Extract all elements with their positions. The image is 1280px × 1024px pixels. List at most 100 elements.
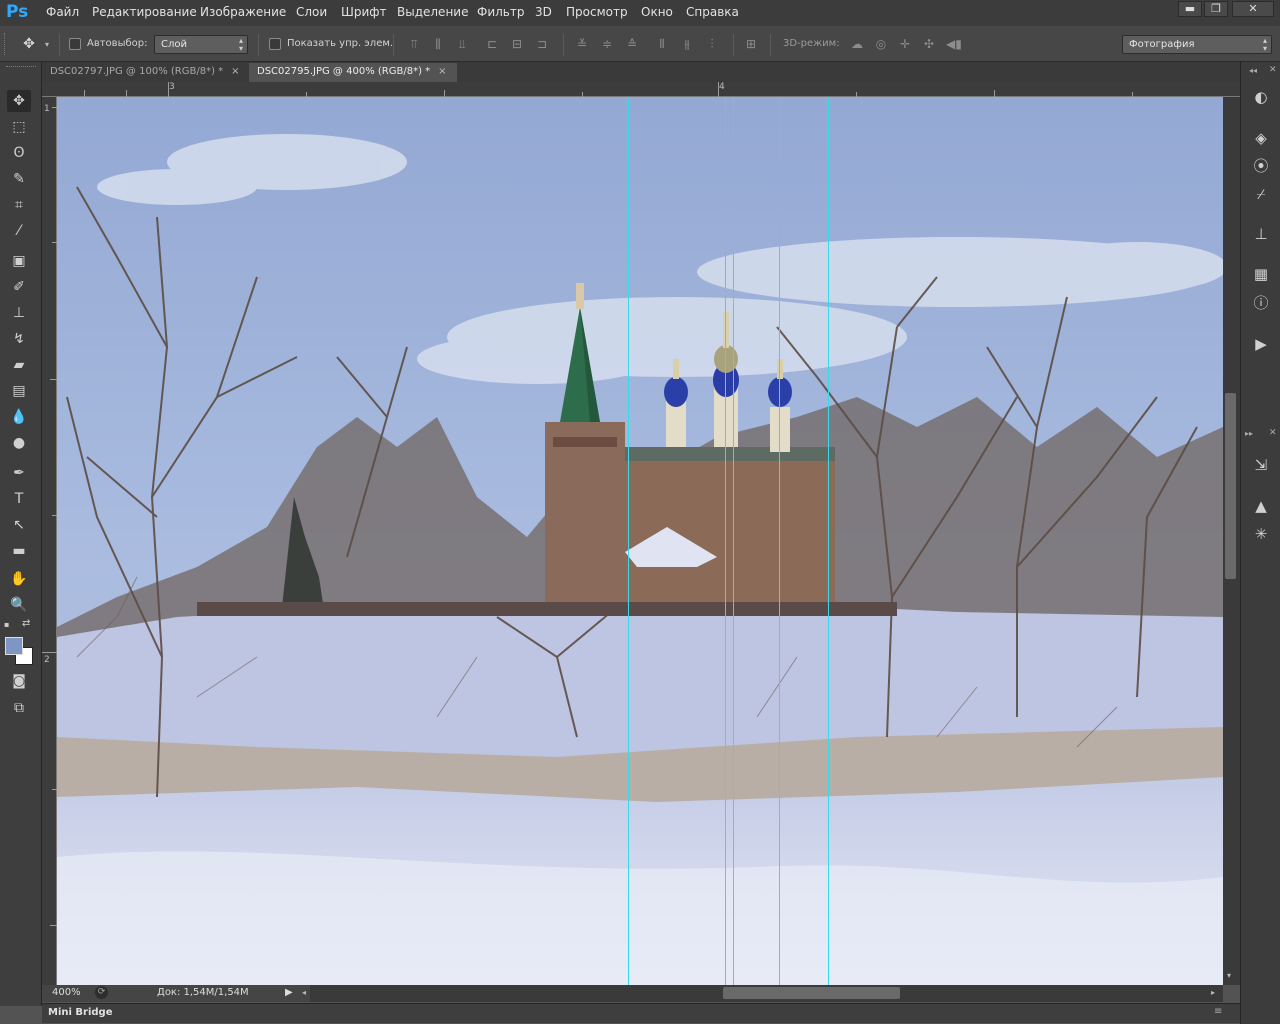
menu-filter[interactable]: Фильтр [477, 5, 524, 19]
preset-chevron-down-icon[interactable]: ▾ [40, 38, 54, 52]
histogram-panel-icon[interactable]: ▲ [1250, 495, 1272, 517]
workspace-dropdown[interactable]: Фотография ▴ ▾ [1122, 35, 1272, 54]
toolbar-grip[interactable] [6, 66, 36, 72]
distribute-hcenter-icon[interactable]: ⫵ [680, 37, 694, 51]
healing-brush-tool-icon[interactable]: ▣ [7, 250, 31, 272]
collapse-dock-icon[interactable]: ◂◂ [1249, 66, 1257, 75]
type-tool-icon[interactable]: T [7, 488, 31, 510]
eraser-tool-icon[interactable]: ▰ [7, 354, 31, 376]
rotate-3d-icon[interactable]: ☁ [850, 37, 864, 51]
scale-3d-icon[interactable]: ◀▮ [946, 37, 962, 51]
navigator-panel-icon[interactable]: ✳ [1250, 523, 1272, 545]
move-tool-preset-icon[interactable]: ✥ [22, 37, 36, 51]
history-brush-tool-icon[interactable]: ↯ [7, 328, 31, 350]
scroll-left-arrow-icon[interactable]: ◂ [302, 988, 306, 997]
align-bottom-icon[interactable]: ⫫ [455, 37, 469, 51]
foreground-color-swatch[interactable] [5, 637, 23, 655]
stamp-tool-icon[interactable]: ⊥ [7, 302, 31, 324]
screen-mode-icon[interactable]: ⧉ [7, 697, 31, 719]
distribute-vcenter-icon[interactable]: ≑ [600, 37, 614, 51]
align-top-icon[interactable]: ⫪ [407, 37, 421, 51]
close-button[interactable]: ✕ [1232, 1, 1274, 17]
menu-view[interactable]: Просмотр [566, 5, 628, 19]
menu-type[interactable]: Шрифт [341, 5, 387, 19]
close-dock-icon[interactable]: ✕ [1269, 428, 1277, 438]
app-logo[interactable]: Ps [6, 2, 30, 24]
distribute-right-icon[interactable]: ⫶ [705, 37, 719, 51]
menu-image[interactable]: Изображение [200, 5, 286, 19]
adjustments-panel-icon[interactable]: ⊥ [1250, 223, 1272, 245]
mini-bridge-tab[interactable]: Mini Bridge [48, 1007, 113, 1018]
layers-panel-icon[interactable]: ◈ [1250, 127, 1272, 149]
restore-button[interactable]: ❐ [1204, 1, 1228, 17]
zoom-level[interactable]: 400% [52, 987, 81, 998]
scroll-down-arrow-icon[interactable]: ▾ [1227, 971, 1231, 980]
menu-edit[interactable]: Редактирование [92, 5, 197, 19]
panel-menu-icon[interactable]: ≡ [1214, 1006, 1222, 1017]
zoom-tool-icon[interactable]: 🔍 [7, 594, 31, 616]
quick-select-tool-icon[interactable]: ✎ [7, 168, 31, 190]
distribute-bottom-icon[interactable]: ≙ [625, 37, 639, 51]
paths-panel-icon[interactable]: ⌿ [1250, 183, 1272, 205]
scroll-right-arrow-icon[interactable]: ▸ [1211, 988, 1215, 997]
color-panel-icon[interactable]: ◐ [1250, 86, 1272, 108]
menu-layers[interactable]: Слои [296, 5, 327, 19]
menu-select[interactable]: Выделение [397, 5, 468, 19]
close-tab-icon[interactable]: × [231, 66, 239, 77]
tab-dsc02797[interactable]: DSC02797.JPG @ 100% (RGB/8*) * × [42, 63, 248, 82]
brush-tool-icon[interactable]: ✐ [7, 276, 31, 298]
menu-window[interactable]: Окно [641, 5, 673, 19]
menu-file[interactable]: Файл [46, 5, 79, 19]
path-select-tool-icon[interactable]: ↖ [7, 514, 31, 536]
autoselect-dropdown[interactable]: Слой ▴ ▾ [154, 35, 248, 54]
collapse-dock-icon[interactable]: ▸▸ [1245, 429, 1253, 438]
quick-mask-icon[interactable]: ◙ [7, 670, 31, 692]
vertical-ruler[interactable]: 1 2 [42, 97, 57, 985]
distribute-top-icon[interactable]: ≚ [575, 37, 589, 51]
minimize-button[interactable]: ▬ [1178, 1, 1202, 17]
align-left-icon[interactable]: ⊏ [485, 37, 499, 51]
status-share-icon[interactable]: ⟳ [95, 986, 108, 999]
hand-tool-icon[interactable]: ✋ [7, 568, 31, 590]
crop-tool-icon[interactable]: ⌗ [7, 194, 31, 216]
vertical-scrollbar[interactable]: ▾ [1223, 97, 1240, 985]
history-panel-icon[interactable]: ⇲ [1250, 454, 1272, 476]
styles-panel-icon[interactable]: ▦ [1250, 263, 1272, 285]
gradient-tool-icon[interactable]: ▤ [7, 380, 31, 402]
eyedropper-tool-icon[interactable]: ⁄ [7, 220, 31, 242]
slide-3d-icon[interactable]: ✣ [922, 37, 936, 51]
horizontal-scrollbar[interactable]: ◂ ▸ [302, 985, 1223, 1002]
lasso-tool-icon[interactable]: ʘ [7, 142, 31, 164]
menu-help[interactable]: Справка [686, 5, 739, 19]
dodge-tool-icon[interactable]: ● [7, 432, 31, 454]
distribute-left-icon[interactable]: ⫴ [655, 37, 669, 51]
status-menu-arrow-icon[interactable]: ▶ [285, 987, 293, 998]
blur-tool-icon[interactable]: 💧 [7, 406, 31, 428]
close-dock-icon[interactable]: ✕ [1269, 65, 1277, 75]
auto-align-icon[interactable]: ⊞ [744, 37, 758, 51]
drag-3d-icon[interactable]: ✛ [898, 37, 912, 51]
align-hcenter-icon[interactable]: ⊟ [510, 37, 524, 51]
roll-3d-icon[interactable]: ◎ [874, 37, 888, 51]
align-vcenter-icon[interactable]: ⫼ [431, 37, 445, 51]
horizontal-scroll-thumb[interactable] [723, 987, 900, 999]
options-grip[interactable] [4, 33, 7, 55]
autoselect-checkbox[interactable] [69, 38, 81, 50]
align-right-icon[interactable]: ⊐ [535, 37, 549, 51]
show-controls-checkbox[interactable] [269, 38, 281, 50]
vertical-scroll-thumb[interactable] [1225, 393, 1236, 579]
move-tool-icon[interactable]: ✥ [7, 90, 31, 112]
swap-colors-icon[interactable]: ⇄ [22, 618, 34, 630]
default-colors-icon[interactable]: ▪ [4, 620, 14, 630]
actions-panel-icon[interactable]: ▶ [1250, 333, 1272, 355]
close-tab-icon[interactable]: × [438, 66, 446, 77]
pen-tool-icon[interactable]: ✒ [7, 462, 31, 484]
horizontal-ruler[interactable]: 3 4 [42, 82, 1240, 97]
info-panel-icon[interactable]: ⓘ [1250, 292, 1272, 314]
channels-panel-icon[interactable]: ⦿ [1250, 155, 1272, 177]
marquee-tool-icon[interactable]: ⬚ [7, 116, 31, 138]
rectangle-tool-icon[interactable]: ▬ [7, 540, 31, 562]
tab-dsc02795[interactable]: DSC02795.JPG @ 400% (RGB/8*) * × [249, 63, 457, 82]
menu-3d[interactable]: 3D [535, 5, 552, 19]
document-canvas[interactable] [57, 97, 1223, 985]
